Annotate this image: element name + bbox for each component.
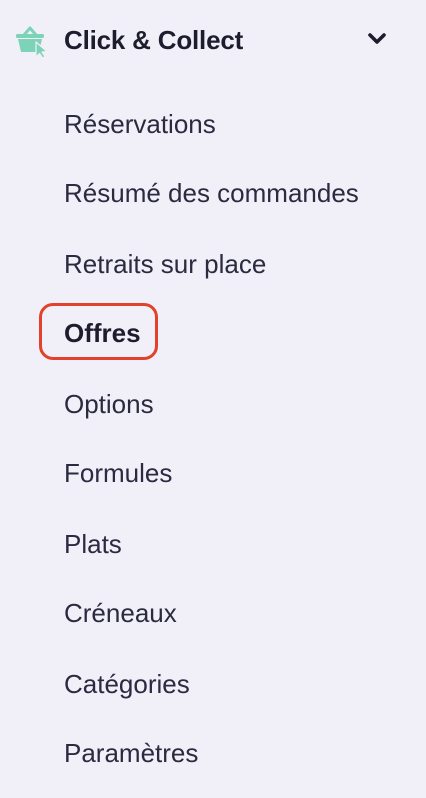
menu-item-categories[interactable]: Catégories: [64, 666, 190, 702]
menu-item-retraits-sur-place[interactable]: Retraits sur place: [64, 246, 266, 282]
submenu-list: Réservations Résumé des commandes Retrai…: [0, 0, 426, 798]
menu-item-plats[interactable]: Plats: [64, 526, 122, 562]
menu-item-offres[interactable]: Offres: [64, 315, 141, 351]
sidebar-nav: Click & Collect Réservations Résumé des …: [0, 0, 426, 798]
menu-item-reservations[interactable]: Réservations: [64, 106, 216, 142]
menu-item-options[interactable]: Options: [64, 386, 154, 422]
menu-item-formules[interactable]: Formules: [64, 455, 172, 491]
menu-item-parametres[interactable]: Paramètres: [64, 735, 198, 771]
menu-item-resume-commandes[interactable]: Résumé des commandes: [64, 175, 359, 211]
menu-item-creneaux[interactable]: Créneaux: [64, 595, 177, 631]
